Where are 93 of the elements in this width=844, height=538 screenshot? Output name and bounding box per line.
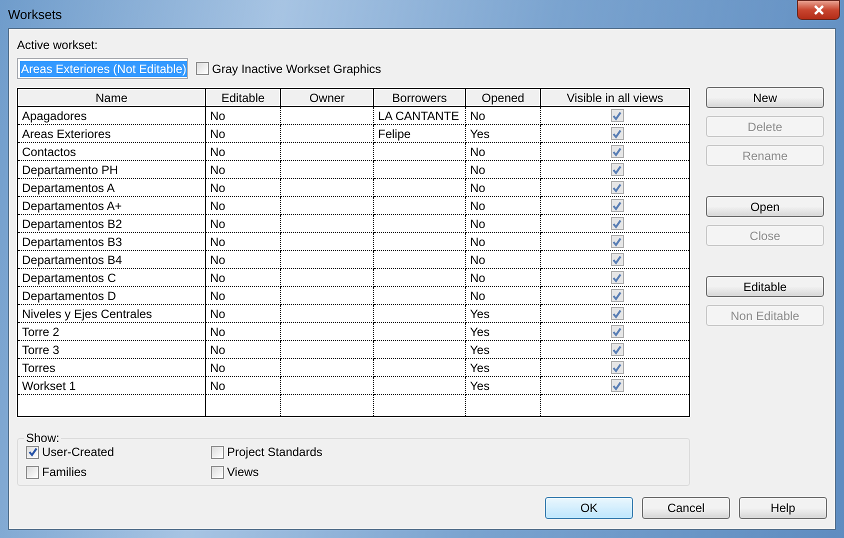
column-header[interactable]: Visible in all views — [541, 89, 689, 107]
table-cell[interactable]: Departamentos A — [18, 179, 206, 197]
table-cell: No — [466, 107, 541, 125]
checkbox[interactable] — [211, 466, 224, 478]
dialog-button[interactable]: OK — [545, 497, 633, 519]
checkbox-label: User-Created — [42, 445, 114, 459]
close-button[interactable] — [797, 0, 840, 20]
dialog-button[interactable]: Cancel — [642, 497, 730, 519]
checkbox[interactable] — [26, 446, 39, 458]
table-cell: No — [206, 341, 281, 359]
table-cell: No — [206, 359, 281, 377]
table-cell: LA CANTANTE — [374, 107, 466, 125]
checkbox[interactable] — [211, 446, 224, 458]
active-workset-label: Active workset: — [17, 38, 99, 52]
table-cell[interactable]: Contactos — [18, 143, 206, 161]
table-cell: Yes — [466, 377, 541, 395]
table-cell: No — [466, 179, 541, 197]
table-cell: Yes — [466, 323, 541, 341]
close-icon — [812, 5, 824, 15]
table-cell: No — [466, 233, 541, 251]
table-cell: No — [206, 197, 281, 215]
checkbox-label: Gray Inactive Workset Graphics — [212, 62, 382, 76]
table-cell: No — [206, 251, 281, 269]
checkbox[interactable] — [610, 199, 624, 212]
table-cell: No — [206, 125, 281, 143]
table-cell: No — [466, 215, 541, 233]
table-cell: No — [466, 251, 541, 269]
table-cell[interactable]: Apagadores — [18, 107, 206, 125]
table-cell: Yes — [466, 359, 541, 377]
checkbox-label: Views — [227, 465, 259, 479]
action-button[interactable]: Editable — [706, 276, 824, 297]
table-cell: No — [206, 287, 281, 305]
checkbox[interactable] — [610, 361, 624, 374]
checkbox[interactable] — [610, 145, 624, 158]
checkbox[interactable] — [610, 289, 624, 302]
table-cell: No — [206, 107, 281, 125]
column-header[interactable]: Owner — [281, 89, 374, 107]
table-cell: No — [206, 377, 281, 395]
table-cell[interactable]: Departamentos B3 — [18, 233, 206, 251]
table-cell: No — [206, 143, 281, 161]
checkbox[interactable] — [610, 325, 624, 338]
checkbox[interactable] — [610, 109, 624, 122]
table-cell[interactable]: Departamento PH — [18, 161, 206, 179]
action-button[interactable]: Open — [706, 196, 824, 217]
table-cell: Yes — [466, 125, 541, 143]
column-header[interactable]: Editable — [206, 89, 281, 107]
checkbox[interactable] — [610, 307, 624, 320]
table-cell[interactable]: Torres — [18, 359, 206, 377]
table-cell[interactable]: Departamentos A+ — [18, 197, 206, 215]
table-cell[interactable]: Torre 3 — [18, 341, 206, 359]
table-cell[interactable]: Torre 2 — [18, 323, 206, 341]
checkbox[interactable] — [610, 181, 624, 194]
table-cell: No — [206, 269, 281, 287]
checkbox-label: Families — [42, 465, 87, 479]
show-label: Show: — [25, 431, 60, 445]
checkbox[interactable] — [610, 127, 624, 140]
dialog-button[interactable]: Help — [739, 497, 827, 519]
table-cell: No — [466, 287, 541, 305]
table-cell: Yes — [466, 341, 541, 359]
table-cell: No — [466, 197, 541, 215]
checkbox-label: Project Standards — [227, 445, 322, 459]
table-cell: Yes — [466, 305, 541, 323]
checkbox[interactable] — [26, 466, 39, 478]
column-header[interactable]: Borrowers — [374, 89, 466, 107]
table-cell: No — [206, 323, 281, 341]
checkbox[interactable] — [610, 253, 624, 266]
checkbox[interactable] — [196, 62, 209, 75]
window-title: Worksets — [8, 6, 62, 22]
checkbox[interactable] — [610, 217, 624, 230]
table-cell: No — [206, 161, 281, 179]
checkbox[interactable] — [610, 271, 624, 284]
table-cell[interactable]: Workset 1 — [18, 377, 206, 395]
action-button[interactable]: New — [706, 87, 824, 108]
table-cell[interactable]: Departamentos B4 — [18, 251, 206, 269]
table-cell: No — [466, 161, 541, 179]
table-cell: No — [206, 305, 281, 323]
table-cell[interactable]: Departamentos B2 — [18, 215, 206, 233]
column-header[interactable]: Name — [18, 89, 206, 107]
table-cell[interactable]: Niveles y Ejes Centrales — [18, 305, 206, 323]
table-cell[interactable]: Departamentos C — [18, 269, 206, 287]
checkbox[interactable] — [610, 235, 624, 248]
checkbox[interactable] — [610, 163, 624, 176]
table-cell: No — [466, 143, 541, 161]
table-cell: No — [206, 215, 281, 233]
table-cell: No — [206, 233, 281, 251]
table-cell[interactable]: Departamentos D — [18, 287, 206, 305]
table-cell: Felipe — [374, 125, 466, 143]
table-cell: No — [206, 179, 281, 197]
checkbox[interactable] — [610, 379, 624, 392]
table-cell: No — [466, 269, 541, 287]
checkbox[interactable] — [610, 343, 624, 356]
column-header[interactable]: Opened — [466, 89, 541, 107]
table-cell[interactable]: Areas Exteriores — [18, 125, 206, 143]
